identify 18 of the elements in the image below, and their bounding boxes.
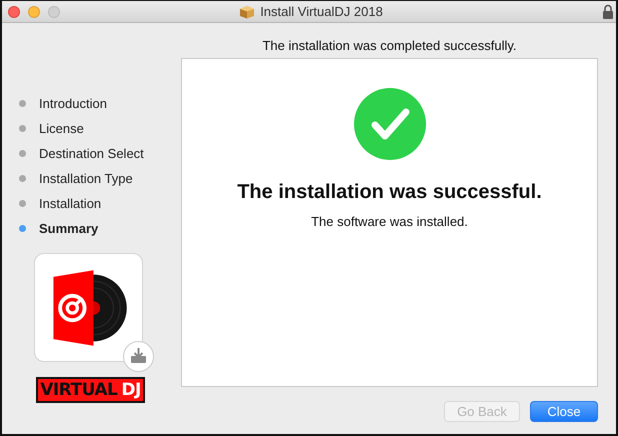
- checkmark-icon: [354, 88, 426, 160]
- close-button[interactable]: Close: [530, 401, 598, 422]
- lock-icon: [602, 4, 614, 19]
- success-message: The software was installed.: [311, 214, 468, 229]
- step-label: Destination Select: [39, 146, 144, 161]
- success-heading: The installation was successful.: [237, 181, 542, 204]
- logo: VIRTUAL DJ: [36, 377, 145, 403]
- window-title: Install VirtualDJ 2018: [260, 4, 383, 19]
- minimize-window-button[interactable]: [28, 6, 40, 18]
- step-label: Installation Type: [39, 171, 133, 186]
- zoom-window-button[interactable]: [48, 6, 60, 18]
- step-label: License: [39, 121, 84, 136]
- step-label: Introduction: [39, 96, 107, 111]
- step-label: Summary: [39, 221, 98, 236]
- status-heading: The installation was completed successfully.: [261, 37, 518, 55]
- close-window-button[interactable]: [8, 6, 20, 18]
- step-label: Installation: [39, 196, 102, 211]
- package-icon: [239, 4, 256, 18]
